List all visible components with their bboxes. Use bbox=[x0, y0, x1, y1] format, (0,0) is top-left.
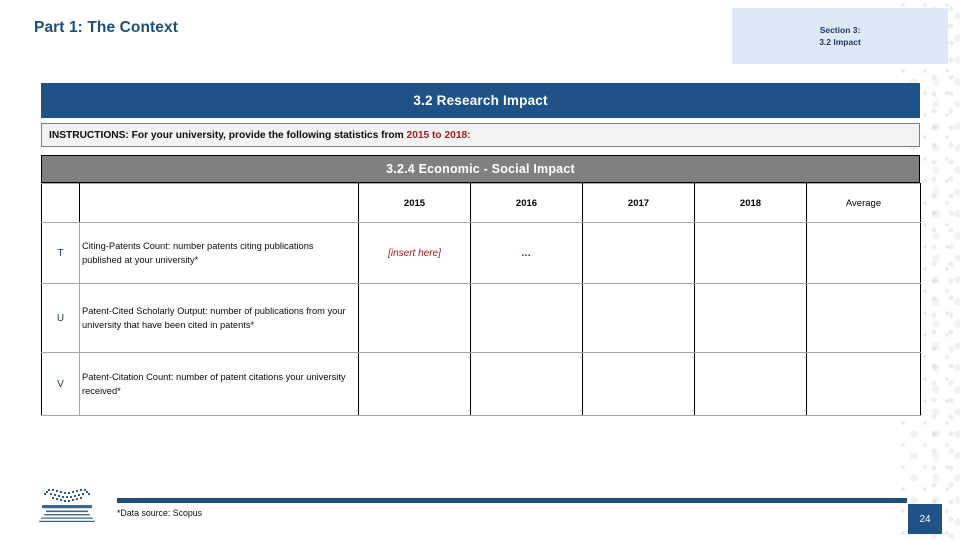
slide-canvas: Part 1: The Context Section 3: 3.2 Impac… bbox=[0, 0, 960, 540]
cell-v-2018[interactable] bbox=[694, 352, 807, 416]
row-letter-u: U bbox=[41, 283, 80, 353]
cell-u-average[interactable] bbox=[806, 283, 921, 353]
table-header-letter bbox=[41, 183, 80, 223]
dot-pattern-decoration-inner bbox=[926, 0, 960, 540]
table-row: U Patent-Cited Scholarly Output: number … bbox=[41, 283, 921, 353]
table-header-2018: 2018 bbox=[694, 183, 807, 223]
section-badge-line2: 3.2 Impact bbox=[819, 37, 861, 47]
instructions-years: 2015 to 2018: bbox=[406, 129, 471, 141]
page-number: 24 bbox=[919, 513, 931, 525]
cell-t-2018[interactable] bbox=[694, 222, 807, 284]
table-header-description bbox=[79, 183, 359, 223]
table-row: V Patent-Citation Count: number of paten… bbox=[41, 352, 921, 416]
cell-t-average[interactable] bbox=[806, 222, 921, 284]
row-letter-v: V bbox=[41, 352, 80, 416]
subsection-header-title: 3.2.4 Economic - Social Impact bbox=[386, 162, 575, 176]
impact-metrics-table: 2015 2016 2017 2018 Average T Citing-Pat… bbox=[41, 183, 921, 416]
cell-t-2016[interactable]: … bbox=[470, 222, 583, 284]
cell-u-2018[interactable] bbox=[694, 283, 807, 353]
cell-v-2015[interactable] bbox=[358, 352, 471, 416]
instructions-box: INSTRUCTIONS: For your university, provi… bbox=[41, 123, 920, 147]
row-description-v: Patent-Citation Count: number of patent … bbox=[79, 352, 359, 416]
section-badge: Section 3: 3.2 Impact bbox=[732, 8, 948, 64]
subsection-header-bar: 3.2.4 Economic - Social Impact bbox=[41, 155, 920, 183]
cell-t-2015[interactable]: [insert here] bbox=[358, 222, 471, 284]
cell-v-2017[interactable] bbox=[582, 352, 695, 416]
ministry-of-education-logo bbox=[28, 487, 106, 531]
cell-v-average[interactable] bbox=[806, 352, 921, 416]
table-header-2016: 2016 bbox=[470, 183, 583, 223]
table-header-2015: 2015 bbox=[358, 183, 471, 223]
cell-t-2017[interactable] bbox=[582, 222, 695, 284]
section-badge-line1: Section 3: bbox=[819, 24, 861, 35]
footer-data-source: *Data source: Scopus bbox=[117, 508, 203, 518]
table-header-average: Average bbox=[806, 183, 921, 223]
table-header-row: 2015 2016 2017 2018 Average bbox=[41, 183, 921, 223]
page-title: Part 1: The Context bbox=[34, 19, 179, 36]
cell-u-2016[interactable] bbox=[470, 283, 583, 353]
instructions-text: INSTRUCTIONS: For your university, provi… bbox=[49, 130, 471, 141]
row-description-t: Citing-Patents Count: number patents cit… bbox=[79, 222, 359, 284]
row-letter-t: T bbox=[41, 222, 80, 284]
section-header-bar: 3.2 Research Impact bbox=[41, 83, 920, 118]
footer-divider-bar bbox=[117, 498, 907, 503]
instructions-prefix: INSTRUCTIONS: For your university, provi… bbox=[49, 129, 407, 141]
cell-u-2015[interactable] bbox=[358, 283, 471, 353]
section-header-title: 3.2 Research Impact bbox=[413, 93, 548, 108]
page-number-box: 24 bbox=[908, 504, 942, 534]
row-description-u: Patent-Cited Scholarly Output: number of… bbox=[79, 283, 359, 353]
cell-v-2016[interactable] bbox=[470, 352, 583, 416]
cell-u-2017[interactable] bbox=[582, 283, 695, 353]
table-row: T Citing-Patents Count: number patents c… bbox=[41, 222, 921, 284]
table-header-2017: 2017 bbox=[582, 183, 695, 223]
